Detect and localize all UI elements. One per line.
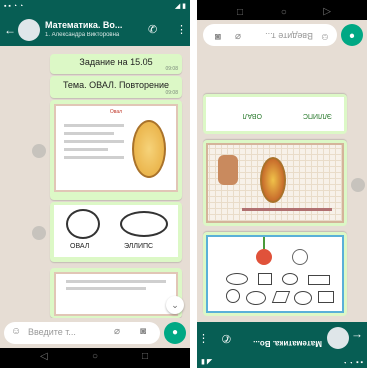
worksheet-shape — [258, 273, 272, 285]
oval-label: ОВАЛ — [242, 112, 262, 119]
chat-title[interactable]: Математика. Во... — [45, 20, 122, 30]
status-icons-left: ▪ ▪ ◔ ◔ — [343, 358, 363, 365]
nav-home-icon[interactable]: ○ — [281, 6, 287, 17]
message-text: Тема. ОВАЛ. Повторение — [62, 80, 170, 90]
worksheet-shape — [246, 291, 266, 305]
input-placeholder: Введите т... — [265, 31, 313, 41]
image-message[interactable]: Овал — [50, 100, 182, 200]
slide-text-lines — [64, 124, 124, 164]
worksheet-image[interactable] — [206, 235, 344, 313]
nav-home-icon[interactable]: ○ — [92, 351, 98, 362]
microphone-icon[interactable]: ● — [164, 322, 186, 344]
back-arrow-icon[interactable]: ← — [351, 331, 363, 345]
message-bubble[interactable]: Задание на 15.05 09:08 — [50, 54, 182, 74]
worksheet-shape — [271, 291, 291, 303]
nav-back-icon[interactable]: ◁ — [40, 351, 48, 362]
more-vertical-icon[interactable]: ⋮ — [198, 332, 209, 345]
status-icons-left: ▪ ▪ ◔ ◔ — [4, 3, 24, 10]
call-plus-icon[interactable]: ✆ — [222, 332, 231, 345]
scroll-down-icon[interactable]: ⌄ — [166, 296, 184, 314]
worksheet-shape — [226, 289, 240, 303]
chat-title[interactable]: Математика. Во... — [253, 339, 322, 348]
worksheet-shape — [318, 291, 334, 303]
oval-character-image[interactable] — [206, 143, 344, 223]
nav-bar: ◁ ○ □ — [197, 0, 367, 20]
emoji-icon[interactable]: ☺ — [320, 31, 330, 42]
worksheet-shape — [226, 273, 248, 285]
oval-ellipse-image[interactable]: ЭЛЛИПС ОВАЛ — [206, 97, 344, 131]
status-bar: ▪ ▪ ◔ ◔ ◢ ▮ — [197, 354, 367, 368]
status-icons-right: ◢ ▮ — [174, 3, 186, 10]
paperclip-icon[interactable]: ⌀ — [114, 326, 120, 337]
forward-icon[interactable] — [351, 178, 365, 192]
input-placeholder: Введите т... — [28, 327, 76, 337]
image-message[interactable]: ОВАЛ ЭЛЛИПС — [50, 202, 182, 262]
worksheet-shape — [282, 273, 298, 285]
screenshot-root: { "left_phone": { "header": { "back_icon… — [0, 0, 367, 368]
oval-slide-image[interactable]: Овал — [54, 104, 178, 192]
emoji-icon[interactable]: ☺ — [11, 326, 21, 337]
ellipse-outline-icon — [120, 211, 168, 237]
message-input[interactable]: ☺ Введите т... ⌀ ◙ — [4, 322, 160, 344]
message-text: Задание на 15.05 — [79, 57, 153, 67]
forward-icon[interactable] — [32, 226, 46, 240]
image-message[interactable]: ЭЛЛИПС ОВАЛ — [203, 94, 347, 134]
message-time: 09:08 — [165, 90, 178, 96]
paperclip-icon[interactable]: ⌀ — [235, 31, 241, 42]
nav-bar: ◁ ○ □ — [0, 348, 190, 368]
status-bar: ▪ ▪ ◔ ◔ ◢ ▮ — [0, 0, 190, 14]
yellow-oval-icon — [260, 157, 286, 203]
ellipse-label: ЭЛЛИПС — [124, 243, 154, 250]
chat-area[interactable]: Задание на 15.05 09:08 Тема. ОВАЛ. Повто… — [0, 46, 190, 330]
message-bubble[interactable]: Тема. ОВАЛ. Повторение 09:08 — [50, 76, 182, 98]
chat-area[interactable]: ЭЛЛИПС ОВАЛ — [197, 38, 367, 322]
message-time: 09:08 — [165, 66, 178, 72]
input-bar: ☺ Введите т... ⌀ ◙ ● — [197, 20, 367, 50]
image-message[interactable] — [203, 140, 347, 226]
more-vertical-icon[interactable]: ⋮ — [176, 23, 187, 36]
character-icon — [218, 155, 238, 185]
flower-outline-icon — [292, 249, 308, 265]
avatar[interactable] — [18, 19, 40, 41]
slide-title: Овал — [109, 109, 123, 115]
yellow-oval-icon — [132, 120, 166, 178]
flower-red-icon — [256, 249, 272, 265]
avatar[interactable] — [327, 327, 349, 349]
input-bar: ☺ Введите т... ⌀ ◙ ● — [0, 318, 190, 348]
chat-subtitle: 1. Александра Викторовна — [45, 32, 120, 38]
worksheet-shape — [308, 275, 330, 285]
nav-recents-icon[interactable]: □ — [142, 351, 148, 362]
microphone-icon[interactable]: ● — [341, 24, 363, 46]
flower-stem-icon — [263, 237, 265, 249]
partial-slide-image[interactable] — [54, 272, 178, 316]
nav-back-icon[interactable]: ◁ — [323, 6, 331, 17]
oval-label: ОВАЛ — [70, 243, 90, 250]
right-phone-screen: ▪ ▪ ◔ ◔ ◢ ▮ ← Математика. Во... ✆ ⋮ ЭЛЛИ… — [197, 0, 367, 368]
image-message[interactable] — [50, 268, 182, 318]
image-message[interactable] — [203, 232, 347, 316]
nav-recents-icon[interactable]: □ — [237, 6, 243, 17]
ellipse-label: ЭЛЛИПС — [302, 112, 332, 119]
call-plus-icon[interactable]: ✆ — [148, 23, 157, 36]
status-icons-right: ◢ ▮ — [201, 358, 213, 365]
oval-outline-icon — [66, 209, 100, 239]
message-input[interactable]: ☺ Введите т... ⌀ ◙ — [203, 24, 337, 46]
oval-ellipse-image[interactable]: ОВАЛ ЭЛЛИПС — [54, 205, 178, 257]
left-phone-screen: ▪ ▪ ◔ ◔ ◢ ▮ ← Математика. Во... 1. Алекс… — [0, 0, 190, 368]
back-arrow-icon[interactable]: ← — [4, 23, 16, 37]
rotated-screen: ▪ ▪ ◔ ◔ ◢ ▮ ← Математика. Во... ✆ ⋮ ЭЛЛИ… — [197, 0, 367, 368]
worksheet-shape — [294, 291, 312, 305]
chat-header: ← Математика. Во... 1. Александра Виктор… — [0, 14, 190, 46]
chat-header: ← Математика. Во... ✆ ⋮ — [197, 322, 367, 354]
camera-icon[interactable]: ◙ — [140, 326, 146, 337]
forward-icon[interactable] — [32, 144, 46, 158]
camera-icon[interactable]: ◙ — [215, 31, 221, 42]
